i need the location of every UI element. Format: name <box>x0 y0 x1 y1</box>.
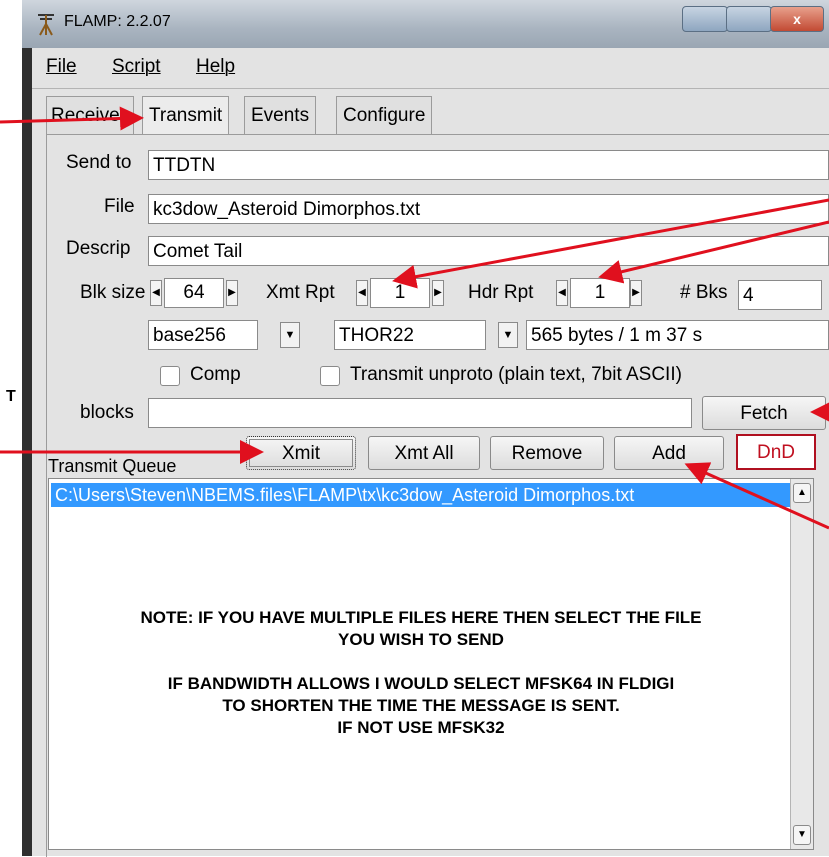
client-area: File Script Help Receive Transmit Events… <box>32 48 829 857</box>
blk-size-increment[interactable]: ▶ <box>226 280 238 306</box>
hdr-rpt-increment[interactable]: ▶ <box>630 280 642 306</box>
queue-scrollbar[interactable]: ▲ ▼ <box>790 479 813 849</box>
send-to-field[interactable]: TTDTN <box>148 150 829 180</box>
annotation-partial-text: T <box>6 388 16 405</box>
antenna-icon <box>38 14 54 36</box>
window-title: FLAMP: 2.2.07 <box>64 13 171 30</box>
queue-item-selected[interactable]: C:\Users\Steven\NBEMS.files\FLAMP\tx\kc3… <box>51 483 793 507</box>
fetch-button[interactable]: Fetch <box>702 396 826 430</box>
file-field[interactable]: kc3dow_Asteroid Dimorphos.txt <box>148 194 829 224</box>
menu-script[interactable]: Script <box>112 56 161 78</box>
size-time-display: 565 bytes / 1 m 37 s <box>526 320 829 350</box>
xmt-rpt-decrement[interactable]: ◀ <box>356 280 368 306</box>
descrip-field[interactable]: Comet Tail <box>148 236 829 266</box>
xmt-all-button[interactable]: Xmt All <box>368 436 480 470</box>
note-spacer <box>49 651 793 673</box>
tab-receive[interactable]: Receive <box>46 96 134 135</box>
encoding-select[interactable]: base256 <box>148 320 258 350</box>
send-to-label: Send to <box>66 152 132 173</box>
hdr-rpt-decrement[interactable]: ◀ <box>556 280 568 306</box>
blk-size-label: Blk size <box>80 282 146 303</box>
encoding-dropdown-button[interactable]: ▼ <box>280 322 300 348</box>
xmt-rpt-value[interactable]: 1 <box>370 278 430 308</box>
blocks-label: blocks <box>80 402 134 423</box>
flamp-window: FLAMP: 2.2.07 x File Script Help Receive… <box>22 0 829 857</box>
minimize-button[interactable] <box>682 6 728 32</box>
dnd-button[interactable]: DnD <box>736 434 816 470</box>
xmit-button[interactable]: Xmit <box>246 436 356 470</box>
bks-field: 4 <box>738 280 822 310</box>
transmit-queue-list[interactable]: C:\Users\Steven\NBEMS.files\FLAMP\tx\kc3… <box>48 478 814 850</box>
hdr-rpt-label: Hdr Rpt <box>468 282 534 303</box>
descrip-label: Descrip <box>66 238 131 259</box>
comp-checkbox[interactable] <box>160 366 180 386</box>
note-line: NOTE: IF YOU HAVE MULTIPLE FILES HERE TH… <box>140 608 702 627</box>
menu-bar: File Script Help <box>32 48 829 89</box>
blk-size-value[interactable]: 64 <box>164 278 224 308</box>
unproto-label: Transmit unproto (plain text, 7bit ASCII… <box>350 364 682 385</box>
scroll-up-button[interactable]: ▲ <box>793 483 811 503</box>
tab-events[interactable]: Events <box>244 96 317 135</box>
add-button[interactable]: Add <box>614 436 724 470</box>
blk-size-decrement[interactable]: ◀ <box>150 280 162 306</box>
comp-label: Comp <box>190 364 241 385</box>
bks-label: # Bks <box>680 282 728 303</box>
transmit-queue-label: Transmit Queue <box>48 456 177 476</box>
maximize-button[interactable] <box>726 6 772 32</box>
unproto-checkbox[interactable] <box>320 366 340 386</box>
tab-transmit[interactable]: Transmit <box>142 96 230 135</box>
mode-select[interactable]: THOR22 <box>334 320 486 350</box>
tab-configure[interactable]: Configure <box>336 96 433 135</box>
remove-button[interactable]: Remove <box>490 436 604 470</box>
note-line: TO SHORTEN THE TIME THE MESSAGE IS SENT. <box>222 696 620 715</box>
instruction-note: NOTE: IF YOU HAVE MULTIPLE FILES HERE TH… <box>49 607 793 739</box>
blocks-field[interactable] <box>148 398 692 428</box>
close-button[interactable]: x <box>770 6 824 32</box>
mode-dropdown-button[interactable]: ▼ <box>498 322 518 348</box>
note-line: YOU WISH TO SEND <box>338 630 504 649</box>
title-bar: FLAMP: 2.2.07 x <box>22 0 829 48</box>
file-label: File <box>104 196 135 217</box>
xmt-rpt-label: Xmt Rpt <box>266 282 335 303</box>
scroll-down-button[interactable]: ▼ <box>793 825 811 845</box>
xmt-rpt-increment[interactable]: ▶ <box>432 280 444 306</box>
menu-help[interactable]: Help <box>196 56 235 78</box>
hdr-rpt-value[interactable]: 1 <box>570 278 630 308</box>
note-line: IF BANDWIDTH ALLOWS I WOULD SELECT MFSK6… <box>167 674 675 693</box>
note-line: IF NOT USE MFSK32 <box>337 718 505 737</box>
menu-file[interactable]: File <box>46 56 77 78</box>
